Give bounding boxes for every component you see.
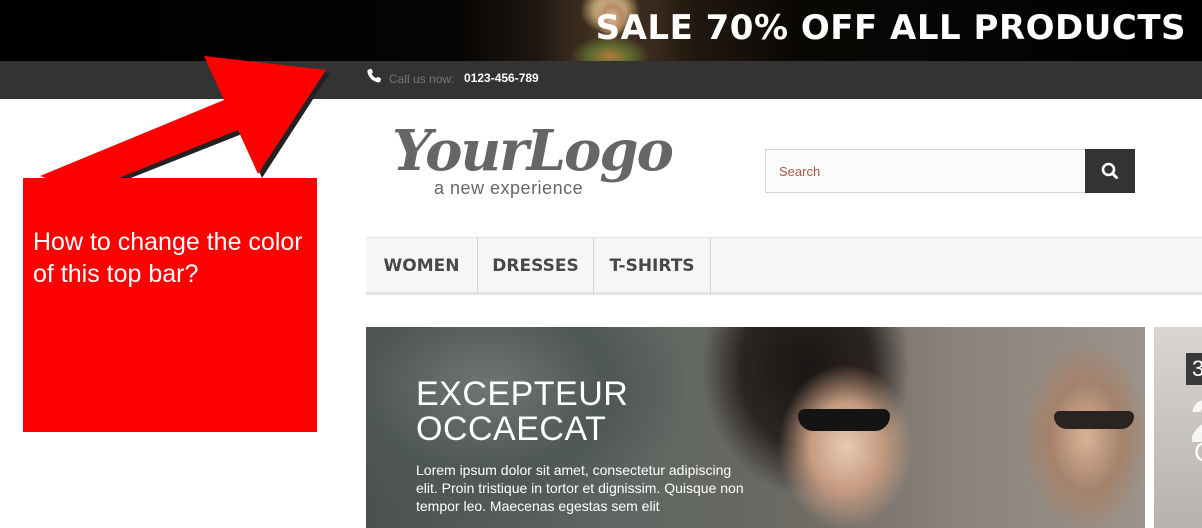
annotation-callout: How to change the color of this top bar? [23,178,317,432]
annotation-text: How to change the color of this top bar? [33,228,303,288]
